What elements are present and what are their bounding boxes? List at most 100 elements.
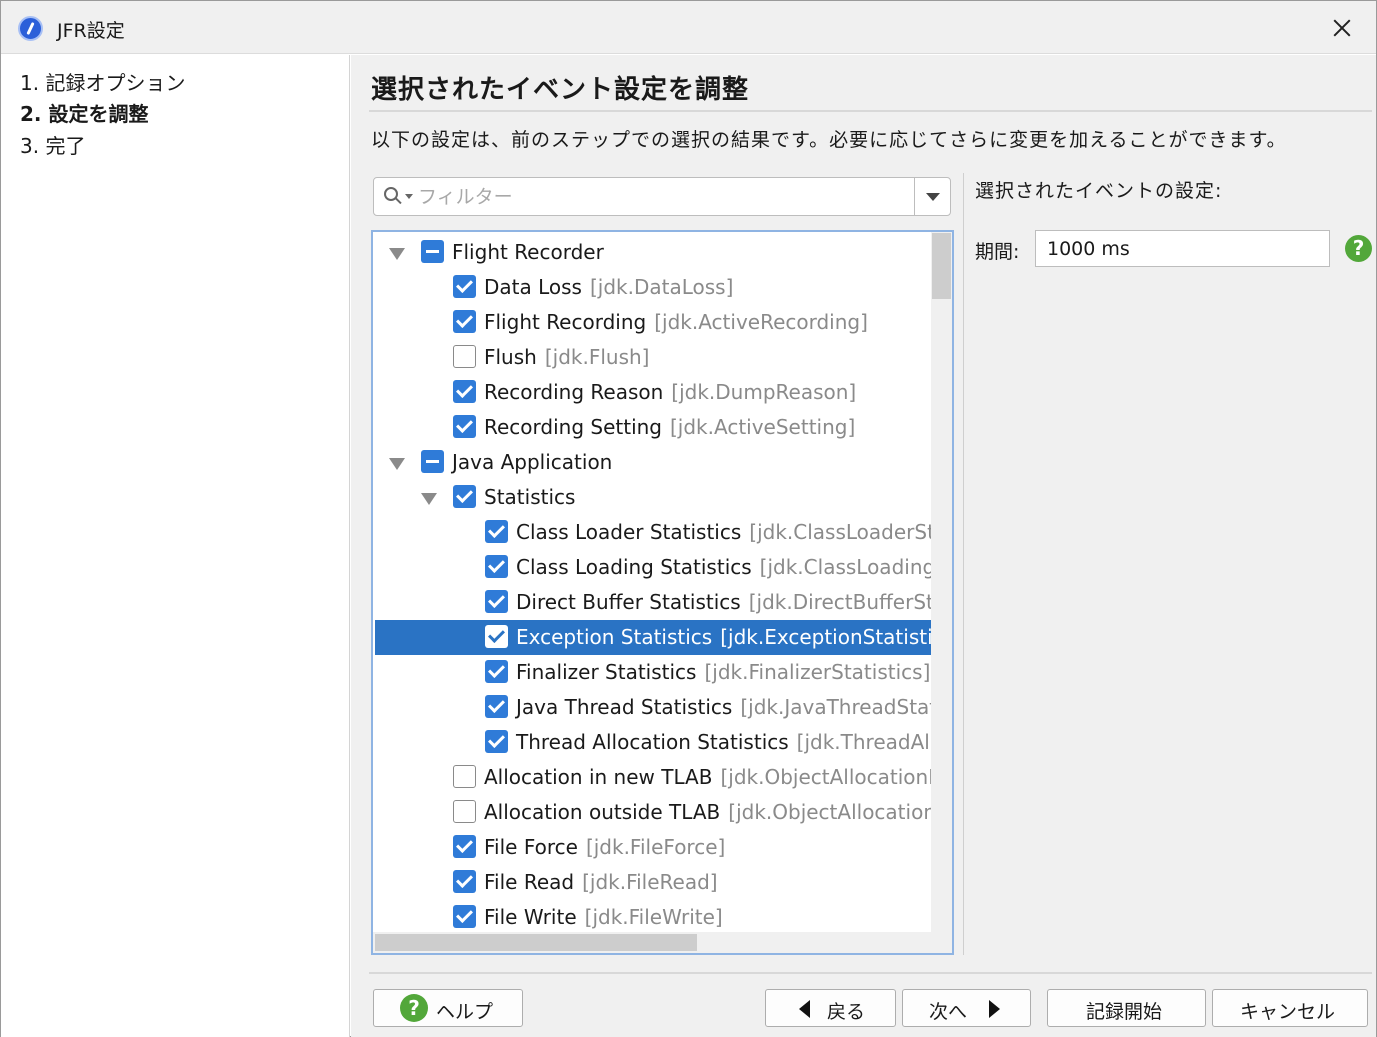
search-icon[interactable]: [384, 187, 404, 207]
event-checkbox[interactable]: [485, 730, 508, 753]
tree-row[interactable]: Statistics: [375, 480, 931, 515]
event-checkbox[interactable]: [453, 835, 476, 858]
event-checkbox[interactable]: [453, 765, 476, 788]
event-checkbox[interactable]: [485, 520, 508, 543]
event-label: Flight Recorder: [452, 240, 604, 264]
event-name: Java Thread Statistics: [516, 695, 733, 719]
tree-row[interactable]: File Read [jdk.FileRead]: [375, 865, 931, 900]
close-button[interactable]: [1321, 9, 1363, 47]
event-label: Java Application: [452, 450, 612, 474]
tree-row[interactable]: Class Loader Statistics [jdk.ClassLoaderS…: [375, 515, 952, 550]
event-checkbox[interactable]: [453, 380, 476, 403]
event-checkbox[interactable]: [453, 345, 476, 368]
event-name: Thread Allocation Statistics: [516, 730, 789, 754]
event-name: Java Application: [452, 450, 613, 474]
event-name: Class Loading Statistics: [516, 555, 752, 579]
tree-row[interactable]: Recording Reason [jdk.DumpReason]: [375, 375, 931, 410]
tree-row[interactable]: Finalizer Statistics [jdk.FinalizerStatis…: [375, 655, 931, 690]
event-id: [jdk.DumpReason]: [671, 380, 857, 404]
wizard-step-record-options: 1. 記録オプション: [20, 71, 186, 95]
event-name: Recording Setting: [484, 415, 662, 439]
event-label: File Force [jdk.FileForce]: [484, 835, 725, 859]
tree-row[interactable]: Direct Buffer Statistics [jdk.DirectBuffe…: [375, 585, 952, 620]
period-input[interactable]: [1035, 230, 1330, 267]
filter-dropdown-button[interactable]: [914, 178, 951, 215]
horizontal-scroll-thumb[interactable]: [375, 934, 697, 951]
start-recording-button[interactable]: 記録開始: [1047, 989, 1206, 1027]
event-name: File Write: [484, 905, 577, 929]
tree-row[interactable]: Java Thread Statistics [jdk.JavaThreadSta…: [375, 690, 952, 725]
event-checkbox[interactable]: [453, 870, 476, 893]
expand-arrow-icon[interactable]: [389, 458, 405, 470]
event-name: Class Loader Statistics: [516, 520, 742, 544]
event-label: Finalizer Statistics [jdk.FinalizerStatis…: [516, 660, 930, 684]
horizontal-scrollbar[interactable]: [373, 932, 931, 953]
back-button[interactable]: 戻る: [765, 989, 896, 1027]
event-name: Flush: [484, 345, 537, 369]
event-checkbox[interactable]: [453, 310, 476, 333]
event-checkbox[interactable]: [453, 485, 476, 508]
tree-row[interactable]: Thread Allocation Statistics [jdk.ThreadA…: [375, 725, 952, 760]
help-button[interactable]: ? ヘルプ: [373, 989, 523, 1027]
event-checkbox[interactable]: [421, 450, 444, 473]
window-title: JFR設定: [57, 20, 125, 42]
next-button-label: 次へ: [929, 1001, 968, 1023]
help-icon: ?: [400, 994, 428, 1022]
event-name: File Force: [484, 835, 578, 859]
period-label: 期間:: [975, 241, 1020, 263]
event-id: [jdk.Flush]: [544, 345, 650, 369]
event-checkbox[interactable]: [485, 555, 508, 578]
event-label: Recording Setting [jdk.ActiveSetting]: [484, 415, 855, 439]
event-id: [jdk.JavaThreadStatistics]: [740, 695, 952, 719]
event-checkbox[interactable]: [485, 660, 508, 683]
tree-row[interactable]: Exception Statistics [jdk.ExceptionStatis…: [375, 620, 952, 655]
event-checkbox[interactable]: [453, 415, 476, 438]
event-checkbox[interactable]: [421, 240, 444, 263]
tree-row[interactable]: Allocation in new TLAB [jdk.ObjectAllocat…: [375, 760, 952, 795]
tree-row[interactable]: Recording Setting [jdk.ActiveSetting]: [375, 410, 931, 445]
heading-divider: [369, 110, 1372, 112]
tree-row[interactable]: File Force [jdk.FileForce]: [375, 830, 931, 865]
event-label: Data Loss [jdk.DataLoss]: [484, 275, 733, 299]
event-label: Java Thread Statistics [jdk.JavaThreadSta…: [516, 695, 952, 719]
vertical-scroll-thumb[interactable]: [932, 233, 951, 299]
cancel-button[interactable]: キャンセル: [1212, 989, 1368, 1027]
wizard-step-adjust-settings: 2. 設定を調整: [20, 102, 149, 126]
event-tree: Flight Recorder Data Loss [jdk.DataLoss] Fl…: [371, 230, 954, 955]
event-label: Flight Recording [jdk.ActiveRecording]: [484, 310, 868, 334]
event-label: Direct Buffer Statistics [jdk.DirectBuffe…: [516, 590, 954, 614]
event-id: [jdk.FileRead]: [582, 870, 718, 894]
help-button-label: ヘルプ: [436, 1001, 494, 1023]
event-id: [jdk.ActiveSetting]: [670, 415, 856, 439]
period-help-icon[interactable]: ?: [1345, 235, 1372, 262]
event-id: [jdk.DirectBufferStatistics]: [748, 590, 954, 614]
event-id: [jdk.FileForce]: [585, 835, 726, 859]
tree-row[interactable]: Flight Recording [jdk.ActiveRecording]: [375, 305, 931, 340]
vertical-scrollbar[interactable]: [931, 232, 952, 953]
event-checkbox[interactable]: [485, 695, 508, 718]
search-options-caret-icon[interactable]: [405, 194, 413, 199]
expand-arrow-icon[interactable]: [389, 248, 405, 260]
tree-row[interactable]: Class Loading Statistics [jdk.ClassLoadin…: [375, 550, 952, 585]
tree-row[interactable]: Flush [jdk.Flush]: [375, 340, 931, 375]
tree-row[interactable]: File Write [jdk.FileWrite]: [375, 900, 931, 935]
event-checkbox[interactable]: [453, 275, 476, 298]
next-button[interactable]: 次へ: [902, 989, 1031, 1027]
filter-input[interactable]: [418, 184, 908, 210]
event-id: [jdk.ClassLoaderStatistics]: [749, 520, 954, 544]
event-label: Recording Reason [jdk.DumpReason]: [484, 380, 856, 404]
wizard-steps: 1. 記録オプション 2. 設定を調整 3. 完了: [1, 55, 350, 1037]
expand-arrow-icon[interactable]: [421, 493, 437, 505]
footer-divider: [369, 972, 1372, 974]
event-checkbox[interactable]: [453, 905, 476, 928]
event-checkbox[interactable]: [485, 590, 508, 613]
event-checkbox[interactable]: [485, 625, 508, 648]
event-id: [jdk.FileWrite]: [584, 905, 723, 929]
tree-row[interactable]: Allocation outside TLAB [jdk.ObjectAlloca…: [375, 795, 952, 830]
event-checkbox[interactable]: [453, 800, 476, 823]
tree-row[interactable]: Data Loss [jdk.DataLoss]: [375, 270, 931, 305]
tree-row[interactable]: Java Application: [375, 445, 931, 480]
event-name: Finalizer Statistics: [516, 660, 697, 684]
event-label: Allocation in new TLAB [jdk.ObjectAllocat…: [484, 765, 952, 789]
tree-row[interactable]: Flight Recorder: [375, 235, 931, 270]
